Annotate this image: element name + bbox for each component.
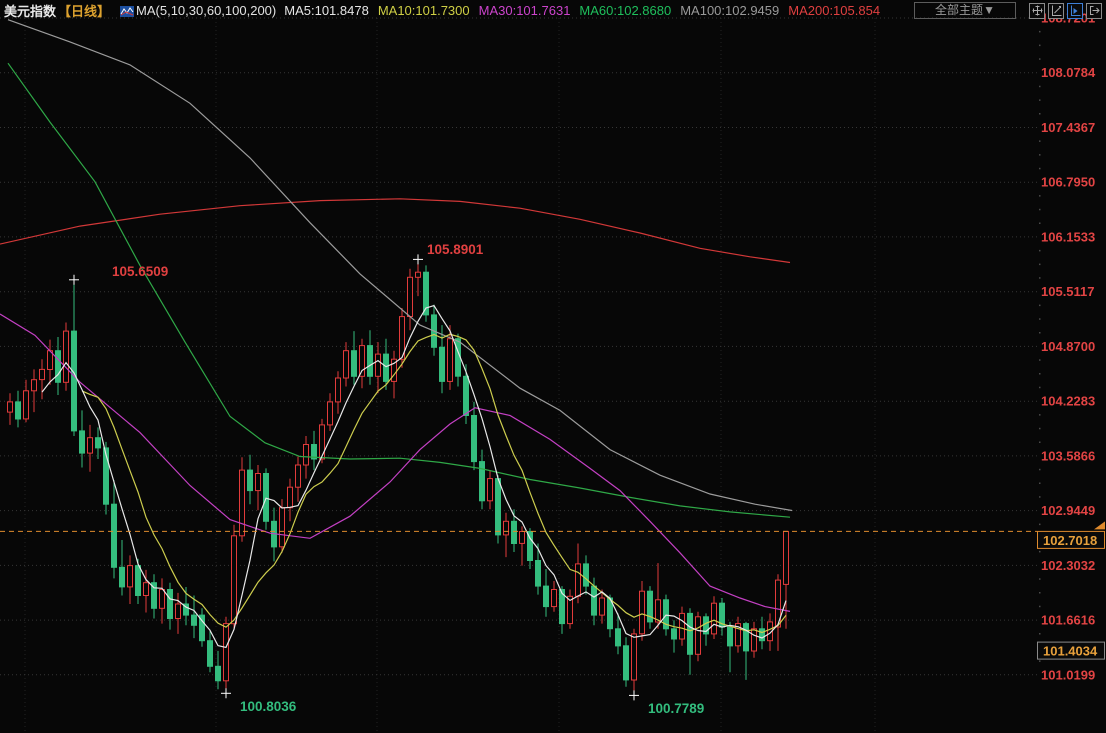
pan-tool-button[interactable] xyxy=(1029,3,1045,19)
grid-layer xyxy=(0,18,1041,733)
svg-text:104.8700: 104.8700 xyxy=(1041,339,1095,354)
prev-close-price-box: 101.4034 xyxy=(1038,642,1105,659)
ma-line-ma200 xyxy=(0,199,790,263)
svg-text:101.0199: 101.0199 xyxy=(1041,667,1095,682)
svg-text:105.6509: 105.6509 xyxy=(112,264,168,279)
ma10-value: MA10:101.7300 xyxy=(378,3,470,18)
trading-app-window: 美元指数 【日线】 MA(5,10,30,60,100,200) MA5:101… xyxy=(0,0,1106,733)
ma100-value: MA100:102.9459 xyxy=(680,3,779,18)
svg-text:104.2283: 104.2283 xyxy=(1041,394,1095,409)
svg-text:101.4034: 101.4034 xyxy=(1043,644,1098,659)
theme-dropdown-label: 全部主题 xyxy=(935,3,983,17)
indicator-icon xyxy=(120,5,134,16)
ma-settings-label: MA(5,10,30,60,100,200) xyxy=(136,3,276,18)
svg-text:102.3032: 102.3032 xyxy=(1041,558,1095,573)
candlestick-chart[interactable]: 108.7201108.0784107.4367106.7950106.1533… xyxy=(0,0,1106,733)
interval-label: 【日线】 xyxy=(58,1,110,20)
exit-chart-button[interactable] xyxy=(1086,3,1102,19)
svg-text:102.7018: 102.7018 xyxy=(1043,533,1097,548)
current-price-box: 102.7018 xyxy=(1038,531,1105,548)
price-axis: 108.7201108.0784107.4367106.7950106.1533… xyxy=(1041,11,1096,683)
candle-layer xyxy=(8,259,789,695)
price-annotation: 100.8036 xyxy=(221,688,297,714)
svg-text:100.8036: 100.8036 xyxy=(240,699,297,714)
ma5-value: MA5:101.8478 xyxy=(284,3,369,18)
price-annotation: 100.7789 xyxy=(629,690,704,716)
latest-price-arrow-icon xyxy=(1094,521,1105,529)
ma60-value: MA60:102.8680 xyxy=(579,3,671,18)
ma-line-ma60 xyxy=(8,63,790,517)
svg-text:105.5117: 105.5117 xyxy=(1041,284,1095,299)
svg-text:103.5866: 103.5866 xyxy=(1041,448,1095,463)
pan-icon xyxy=(1032,5,1043,16)
ma200-value: MA200:105.854 xyxy=(788,3,880,18)
current-price-line xyxy=(0,521,1105,531)
symbol-title: 美元指数 xyxy=(4,1,56,20)
chevron-down-icon: ▼ xyxy=(983,3,995,17)
svg-text:106.1533: 106.1533 xyxy=(1041,229,1095,244)
svg-text:108.0784: 108.0784 xyxy=(1041,65,1096,80)
svg-text:100.7789: 100.7789 xyxy=(648,701,704,716)
ma-line-ma30 xyxy=(0,314,790,611)
price-annotation: 105.8901 xyxy=(413,242,484,264)
svg-text:102.9449: 102.9449 xyxy=(1041,503,1095,518)
ma30-value: MA30:101.7631 xyxy=(479,3,571,18)
price-annotation: 105.6509 xyxy=(69,264,168,285)
svg-text:107.4367: 107.4367 xyxy=(1041,120,1095,135)
axis-scale-icon xyxy=(1051,5,1062,16)
exit-arrow-icon xyxy=(1089,5,1100,16)
svg-text:101.6616: 101.6616 xyxy=(1041,613,1095,628)
svg-text:106.7950: 106.7950 xyxy=(1041,175,1095,190)
svg-text:105.8901: 105.8901 xyxy=(427,242,484,257)
realtime-chart-button[interactable] xyxy=(1067,3,1083,19)
axis-scale-button[interactable] xyxy=(1048,3,1064,19)
theme-dropdown[interactable]: 全部主题▼ xyxy=(914,2,1016,19)
chart-header-bar: 美元指数 【日线】 MA(5,10,30,60,100,200) MA5:101… xyxy=(0,0,1106,20)
realtime-chart-icon xyxy=(1070,5,1081,16)
